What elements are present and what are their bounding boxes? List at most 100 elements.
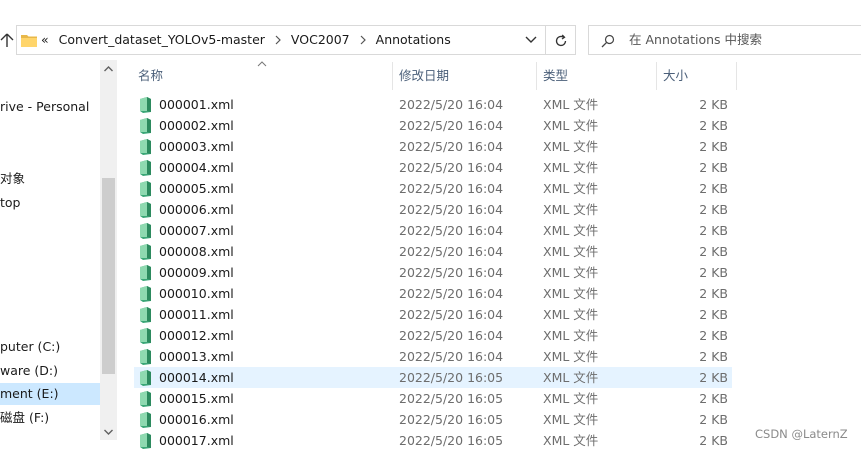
breadcrumb: « Convert_dataset_YOLOv5-master VOC2007 An… xyxy=(41,26,451,54)
nav-item-label: rive - Personal xyxy=(0,99,90,114)
file-row[interactable]: 000008.xml 2022/5/20 16:04 XML 文件 2 KB xyxy=(134,241,732,262)
file-size: 2 KB xyxy=(699,265,728,280)
file-row[interactable]: 000001.xml 2022/5/20 16:04 XML 文件 2 KB xyxy=(134,94,732,115)
file-modified-date: 2022/5/20 16:04 xyxy=(399,328,504,343)
column-divider[interactable] xyxy=(656,62,657,90)
nav-item-drive-d[interactable]: ware (D:) xyxy=(0,360,58,382)
file-modified-date: 2022/5/20 16:04 xyxy=(399,286,504,301)
file-row[interactable]: 000007.xml 2022/5/20 16:04 XML 文件 2 KB xyxy=(134,220,732,241)
file-row[interactable]: 000004.xml 2022/5/20 16:04 XML 文件 2 KB xyxy=(134,157,732,178)
file-row[interactable]: 000017.xml 2022/5/20 16:05 XML 文件 2 KB xyxy=(134,430,732,449)
nav-item-onedrive[interactable]: rive - Personal xyxy=(0,96,89,118)
file-name: 000006.xml xyxy=(159,202,234,217)
nav-item-drive-e[interactable]: ment (E:) xyxy=(0,383,100,405)
file-type: XML 文件 xyxy=(543,160,599,175)
file-modified-date: 2022/5/20 16:04 xyxy=(399,265,504,280)
file-type: XML 文件 xyxy=(543,181,599,196)
file-type: XML 文件 xyxy=(543,433,599,448)
file-type: XML 文件 xyxy=(543,265,599,280)
file-modified-date: 2022/5/20 16:05 xyxy=(399,412,504,427)
xml-file-icon xyxy=(140,307,151,323)
file-size: 2 KB xyxy=(699,97,728,112)
nav-item-label: ment (E:) xyxy=(0,386,59,401)
file-row[interactable]: 000002.xml 2022/5/20 16:04 XML 文件 2 KB xyxy=(134,115,732,136)
sort-ascending-icon xyxy=(257,61,267,67)
column-date-header[interactable]: 修改日期 xyxy=(399,60,449,90)
file-row[interactable]: 000010.xml 2022/5/20 16:04 XML 文件 2 KB xyxy=(134,283,732,304)
chevron-right-icon[interactable] xyxy=(358,35,368,45)
column-name-header[interactable]: 名称 xyxy=(138,60,163,90)
xml-file-icon xyxy=(140,244,151,260)
search-input[interactable]: 在 Annotations 中搜索 xyxy=(588,25,861,55)
nav-item-label: top xyxy=(0,195,21,210)
file-row[interactable]: 000013.xml 2022/5/20 16:04 XML 文件 2 KB xyxy=(134,346,732,367)
file-size: 2 KB xyxy=(699,202,728,217)
file-row[interactable]: 000015.xml 2022/5/20 16:05 XML 文件 2 KB xyxy=(134,388,732,409)
file-modified-date: 2022/5/20 16:04 xyxy=(399,223,504,238)
file-size: 2 KB xyxy=(699,328,728,343)
refresh-button[interactable] xyxy=(546,25,576,55)
file-modified-date: 2022/5/20 16:05 xyxy=(399,391,504,406)
chevron-right-icon[interactable] xyxy=(273,35,283,45)
file-row[interactable]: 000003.xml 2022/5/20 16:04 XML 文件 2 KB xyxy=(134,136,732,157)
nav-item-label: 磁盘 (F:) xyxy=(0,410,50,425)
address-bar[interactable]: « Convert_dataset_YOLOv5-master VOC2007 An… xyxy=(16,25,546,55)
column-divider[interactable] xyxy=(392,62,393,90)
nav-item-desktop[interactable]: top xyxy=(0,192,20,214)
file-modified-date: 2022/5/20 16:04 xyxy=(399,202,504,217)
file-row[interactable]: 000016.xml 2022/5/20 16:05 XML 文件 2 KB xyxy=(134,409,732,430)
refresh-icon xyxy=(555,34,567,47)
scrollbar-thumb[interactable] xyxy=(102,178,115,374)
file-type: XML 文件 xyxy=(543,244,599,259)
file-size: 2 KB xyxy=(699,139,728,154)
file-row[interactable]: 000006.xml 2022/5/20 16:04 XML 文件 2 KB xyxy=(134,199,732,220)
file-type: XML 文件 xyxy=(543,118,599,133)
nav-item-3d-objects[interactable]: 对象 xyxy=(0,168,25,190)
xml-file-icon xyxy=(140,433,151,449)
up-arrow-icon[interactable] xyxy=(0,33,14,47)
file-row[interactable]: 000009.xml 2022/5/20 16:04 XML 文件 2 KB xyxy=(134,262,732,283)
file-row[interactable]: 000011.xml 2022/5/20 16:04 XML 文件 2 KB xyxy=(134,304,732,325)
file-type: XML 文件 xyxy=(543,202,599,217)
file-name: 000008.xml xyxy=(159,244,234,259)
file-row[interactable]: 000014.xml 2022/5/20 16:05 XML 文件 2 KB xyxy=(134,367,732,388)
file-name: 000003.xml xyxy=(159,139,234,154)
column-type-header[interactable]: 类型 xyxy=(543,60,568,90)
scroll-up-icon[interactable] xyxy=(103,64,114,74)
nav-scrollbar[interactable] xyxy=(100,60,117,440)
file-modified-date: 2022/5/20 16:04 xyxy=(399,181,504,196)
file-modified-date: 2022/5/20 16:04 xyxy=(399,139,504,154)
xml-file-icon xyxy=(140,160,151,176)
nav-item-drive-c[interactable]: puter (C:) xyxy=(0,336,60,358)
xml-file-icon xyxy=(140,223,151,239)
file-size: 2 KB xyxy=(699,370,728,385)
breadcrumb-item[interactable]: VOC2007 xyxy=(291,26,350,54)
file-modified-date: 2022/5/20 16:04 xyxy=(399,349,504,364)
file-name: 000014.xml xyxy=(159,370,234,385)
file-type: XML 文件 xyxy=(543,412,599,427)
file-type: XML 文件 xyxy=(543,370,599,385)
file-name: 000011.xml xyxy=(159,307,234,322)
file-name: 000015.xml xyxy=(159,391,234,406)
scroll-down-icon[interactable] xyxy=(103,427,114,437)
watermark: CSDN @LaternZ xyxy=(755,427,848,441)
column-divider[interactable] xyxy=(736,62,737,90)
xml-file-icon xyxy=(140,328,151,344)
breadcrumb-item[interactable]: Annotations xyxy=(376,26,451,54)
xml-file-icon xyxy=(140,202,151,218)
file-modified-date: 2022/5/20 16:04 xyxy=(399,97,504,112)
file-row[interactable]: 000005.xml 2022/5/20 16:04 XML 文件 2 KB xyxy=(134,178,732,199)
file-rows: 000001.xml 2022/5/20 16:04 XML 文件 2 KB 00000… xyxy=(134,94,734,449)
breadcrumb-item[interactable]: Convert_dataset_YOLOv5-master xyxy=(59,26,265,54)
file-modified-date: 2022/5/20 16:04 xyxy=(399,160,504,175)
nav-item-drive-f[interactable]: 磁盘 (F:) xyxy=(0,407,49,429)
overflow-chevron[interactable]: « xyxy=(41,26,49,54)
file-size: 2 KB xyxy=(699,160,728,175)
column-size-header[interactable]: 大小 xyxy=(663,60,688,90)
column-divider[interactable] xyxy=(536,62,537,90)
file-name: 000010.xml xyxy=(159,286,234,301)
file-row[interactable]: 000012.xml 2022/5/20 16:04 XML 文件 2 KB xyxy=(134,325,732,346)
file-size: 2 KB xyxy=(699,433,728,448)
chevron-down-icon[interactable] xyxy=(524,34,538,46)
window-top-strip xyxy=(0,0,861,20)
